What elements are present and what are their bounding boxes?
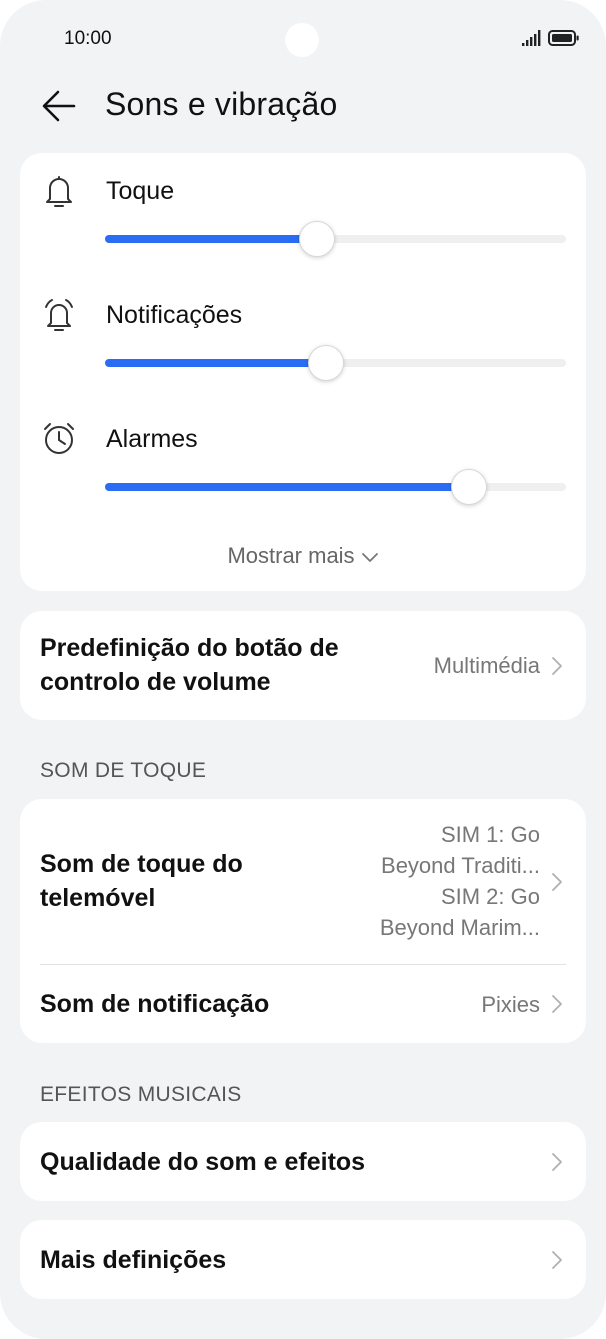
bell-icon [46,176,72,207]
volume-card: Toque Notificações Alarmes Mostrar mais [20,153,586,591]
page-header: Sons e vibração [0,80,606,140]
page-title: Sons e vibração [105,86,338,122]
volume-row-notifications: Notificações [20,295,586,405]
show-more-button[interactable]: Mostrar mais [20,543,586,569]
notification-sound-value: Pixies [481,992,540,1017]
status-time: 10:00 [64,28,112,49]
phone-screen: 10:00 Sons e vibração Toque Notificações… [0,0,606,1339]
volume-slider-fill [105,483,470,491]
section-label-ringtone: SOM DE TOQUE [40,759,207,782]
volume-slider-fill [105,235,318,243]
battery-icon [548,30,579,46]
volume-slider-ringtone[interactable] [105,221,566,257]
volume-label: Toque [106,177,175,205]
phone-ringtone-row[interactable]: Som de toque do telemóvel SIM 1: Go Beyo… [20,799,586,964]
chevron-right-icon [552,1251,562,1269]
sim2-ringtone-line2: Beyond Marim... [379,915,540,940]
chevron-right-icon [552,657,562,675]
sim1-ringtone-line1: SIM 1: Go [440,822,540,847]
phone-ringtone-values: SIM 1: Go Beyond Traditi... SIM 2: Go Be… [380,819,540,943]
more-settings-title: Mais definições [40,1246,227,1274]
volume-button-preset-value: Multimédia [433,653,540,678]
alarm-clock-icon [44,423,74,454]
sim1-ringtone-line2: Beyond Traditi... [381,853,540,878]
sound-quality-title: Qualidade do som e efeitos [40,1148,366,1176]
volume-row-alarms: Alarmes [20,419,586,529]
more-settings-row[interactable]: Mais definições [20,1220,586,1299]
volume-slider-thumb[interactable] [299,221,336,257]
chevron-down-icon [361,553,378,563]
phone-ringtone-title: Som de toque do telemóvel [40,850,243,912]
show-more-label: Mostrar mais [227,543,355,568]
volume-row-ringtone: Toque [20,171,586,281]
status-bar: 10:00 [0,0,606,80]
notification-bell-icon [45,299,73,331]
section-label-music-effects: EFEITOS MUSICAIS [40,1083,242,1106]
volume-label: Alarmes [106,425,198,453]
chevron-right-icon [552,873,562,891]
front-camera [285,23,319,57]
volume-button-preset-row[interactable]: Predefinição do botão de controlo de vol… [20,611,586,720]
volume-slider-notifications[interactable] [105,345,566,381]
volume-button-preset-title: Predefinição do botão de controlo de vol… [40,634,339,696]
volume-slider-fill [105,359,327,367]
chevron-right-icon [552,1153,562,1171]
volume-slider-thumb[interactable] [308,345,345,381]
sim2-ringtone-line1: SIM 2: Go [440,884,540,909]
ringtone-card: Som de toque do telemóvel SIM 1: Go Beyo… [20,799,586,1043]
sound-quality-row[interactable]: Qualidade do som e efeitos [20,1122,586,1201]
arrow-left-icon[interactable] [38,84,82,128]
notification-sound-row[interactable]: Som de notificação Pixies [20,965,586,1043]
signal-icon [522,30,541,46]
notification-sound-title: Som de notificação [40,990,270,1018]
volume-label: Notificações [106,301,243,329]
volume-slider-thumb[interactable] [451,469,488,505]
chevron-right-icon [552,995,562,1013]
volume-slider-alarms[interactable] [105,469,566,505]
